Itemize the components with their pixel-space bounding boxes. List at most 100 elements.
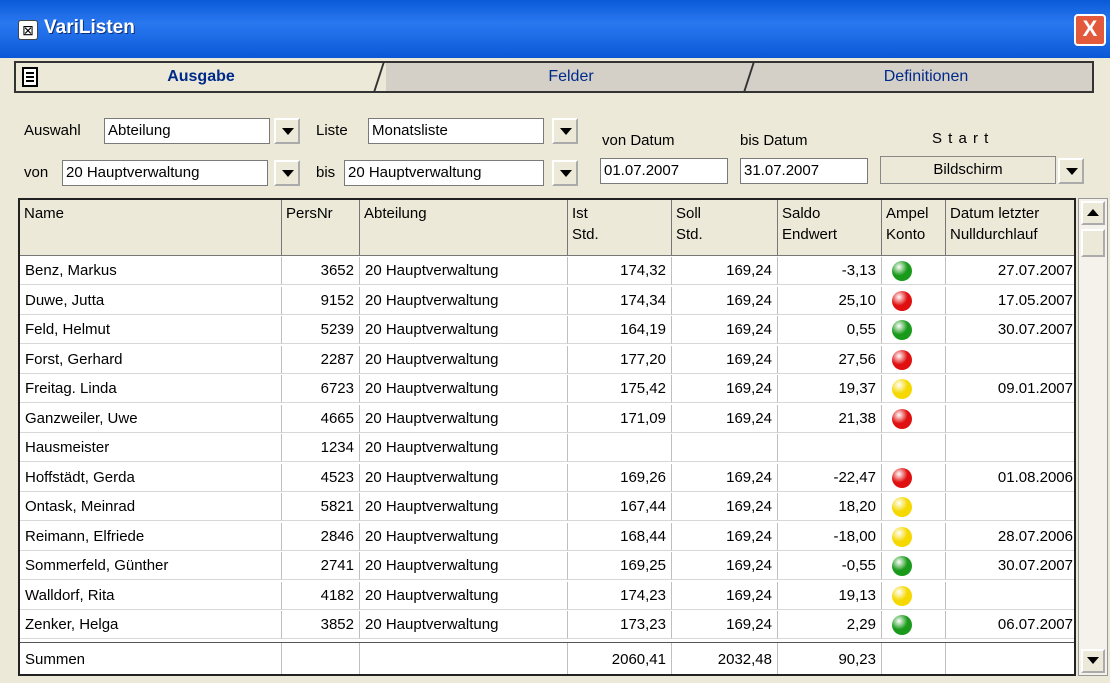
von-datum-input[interactable]: 01.07.2007 <box>600 158 728 184</box>
cell-ampel <box>882 404 946 433</box>
scroll-up-icon[interactable] <box>1081 201 1105 225</box>
summen-empty <box>360 643 568 674</box>
table-row[interactable]: Walldorf, Rita 4182 20 Hauptverwaltung 174,… <box>20 581 1074 610</box>
tab-ausgabe-label: Ausgabe <box>167 68 235 85</box>
cell-saldo: -22,47 <box>778 463 882 492</box>
summen-row: Summen 2060,41 2032,48 90,23 <box>20 642 1074 674</box>
cell-ampel <box>882 522 946 551</box>
vertical-scrollbar[interactable] <box>1078 198 1108 676</box>
start-bildschirm-button[interactable]: Bildschirm <box>880 156 1056 184</box>
table-row[interactable]: Freitag. Linda 6723 20 Hauptverwaltung 175,… <box>20 375 1074 403</box>
cell-abteilung: 20 Hauptverwaltung <box>360 286 568 315</box>
header-persnr[interactable]: PersNr <box>282 200 360 256</box>
cell-ist: 175,42 <box>568 375 672 403</box>
table-row[interactable]: Ontask, Meinrad 5821 20 Hauptverwaltung 167… <box>20 493 1074 521</box>
auswahl-select[interactable]: Abteilung <box>104 118 270 144</box>
cell-abteilung: 20 Hauptverwaltung <box>360 434 568 462</box>
bis-select[interactable]: 20 Hauptverwaltung <box>344 160 544 186</box>
table-row[interactable]: Hausmeister 1234 20 Hauptverwaltung <box>20 434 1074 462</box>
header-saldo-unit: Endwert <box>782 226 838 243</box>
scroll-thumb[interactable] <box>1081 229 1105 257</box>
table-row[interactable]: Hoffstädt, Gerda 4523 20 Hauptverwaltung 16… <box>20 463 1074 492</box>
title-bar: ⊠ VariListen X <box>0 0 1110 58</box>
ampel-green-icon <box>892 261 912 281</box>
cell-saldo: 2,29 <box>778 611 882 639</box>
cell-name: Ontask, Meinrad <box>20 493 282 521</box>
header-ampel[interactable]: Ampel Konto <box>882 200 946 256</box>
header-saldo[interactable]: Saldo Endwert <box>778 200 882 256</box>
tab-felder[interactable]: Felder <box>386 63 756 91</box>
tab-definitionen-label: Definitionen <box>883 68 969 85</box>
scroll-down-icon[interactable] <box>1081 649 1105 673</box>
table-row[interactable]: Ganzweiler, Uwe 4665 20 Hauptverwaltung 171… <box>20 404 1074 433</box>
cell-saldo: 19,13 <box>778 581 882 610</box>
menu-icon[interactable] <box>22 67 38 87</box>
header-abteilung[interactable]: Abteilung <box>360 200 568 256</box>
ampel-green-icon <box>892 615 912 635</box>
cell-datum: 30.07.2007 <box>946 552 1074 580</box>
start-label: S t a r t <box>932 130 990 147</box>
auswahl-label: Auswahl <box>24 122 81 139</box>
start-dropdown-icon[interactable] <box>1058 158 1084 184</box>
cell-soll: 169,24 <box>672 493 778 521</box>
liste-select[interactable]: Monatsliste <box>368 118 544 144</box>
cell-abteilung: 20 Hauptverwaltung <box>360 552 568 580</box>
cell-abteilung: 20 Hauptverwaltung <box>360 581 568 610</box>
cell-soll: 169,24 <box>672 611 778 639</box>
header-soll[interactable]: Soll Std. <box>672 200 778 256</box>
app-icon: ⊠ <box>18 20 38 40</box>
cell-ampel <box>882 316 946 344</box>
cell-ist: 169,26 <box>568 463 672 492</box>
cell-persnr: 2846 <box>282 522 360 551</box>
cell-saldo: 27,56 <box>778 345 882 374</box>
header-abteilung-label: Abteilung <box>364 205 427 222</box>
table-row[interactable]: Sommerfeld, Günther 2741 20 Hauptverwaltun… <box>20 552 1074 580</box>
cell-ist <box>568 434 672 462</box>
header-name[interactable]: Name <box>20 200 282 256</box>
cell-datum <box>946 493 1074 521</box>
header-soll-label: Soll <box>676 205 702 222</box>
header-datum[interactable]: Datum letzter Nulldurchlauf <box>946 200 1074 256</box>
tab-ausgabe[interactable]: Ausgabe <box>16 63 386 91</box>
bis-datum-input[interactable]: 31.07.2007 <box>740 158 868 184</box>
bis-label: bis <box>316 164 336 181</box>
cell-datum <box>946 405 1074 433</box>
table-row[interactable]: Reimann, Elfriede 2846 20 Hauptverwaltung 1… <box>20 522 1074 551</box>
cell-ampel <box>882 375 946 403</box>
cell-persnr: 3852 <box>282 611 360 639</box>
auswahl-dropdown-icon[interactable] <box>274 118 300 144</box>
summen-ist: 2060,41 <box>568 643 672 674</box>
bis-datum-label: bis Datum <box>740 132 808 149</box>
header-datum-sub: Nulldurchlauf <box>950 226 1038 243</box>
cell-ampel <box>882 257 946 285</box>
close-button[interactable]: X <box>1074 14 1106 46</box>
cell-ampel <box>882 552 946 580</box>
table-row[interactable]: Benz, Markus 3652 20 Hauptverwaltung 174,32… <box>20 257 1074 285</box>
cell-name: Forst, Gerhard <box>20 345 282 374</box>
cell-ist: 164,19 <box>568 316 672 344</box>
summen-empty <box>282 643 360 674</box>
cell-ist: 169,25 <box>568 552 672 580</box>
liste-dropdown-icon[interactable] <box>552 118 578 144</box>
table-row[interactable]: Feld, Helmut 5239 20 Hauptverwaltung 164,19… <box>20 316 1074 344</box>
table-row[interactable]: Zenker, Helga 3852 20 Hauptverwaltung 173,2… <box>20 611 1074 639</box>
cell-datum: 27.07.2007 <box>946 257 1074 285</box>
ampel-yellow-icon <box>892 585 912 606</box>
header-ist[interactable]: Ist Std. <box>568 200 672 256</box>
cell-abteilung: 20 Hauptverwaltung <box>360 463 568 492</box>
tab-definitionen[interactable]: Definitionen <box>756 63 1096 91</box>
table-row[interactable]: Forst, Gerhard 2287 20 Hauptverwaltung 177,… <box>20 345 1074 374</box>
cell-saldo: 25,10 <box>778 286 882 315</box>
cell-soll: 169,24 <box>672 581 778 610</box>
bis-dropdown-icon[interactable] <box>552 160 578 186</box>
von-dropdown-icon[interactable] <box>274 160 300 186</box>
cell-ampel <box>882 611 946 639</box>
von-select[interactable]: 20 Hauptverwaltung <box>62 160 268 186</box>
header-ist-label: Ist <box>572 205 588 222</box>
table-row[interactable]: Duwe, Jutta 9152 20 Hauptverwaltung 174,34 1… <box>20 286 1074 315</box>
cell-datum: 09.01.2007 <box>946 375 1074 403</box>
cell-persnr: 1234 <box>282 434 360 462</box>
cell-persnr: 2741 <box>282 552 360 580</box>
cell-saldo: 21,38 <box>778 404 882 433</box>
cell-soll: 169,24 <box>672 552 778 580</box>
